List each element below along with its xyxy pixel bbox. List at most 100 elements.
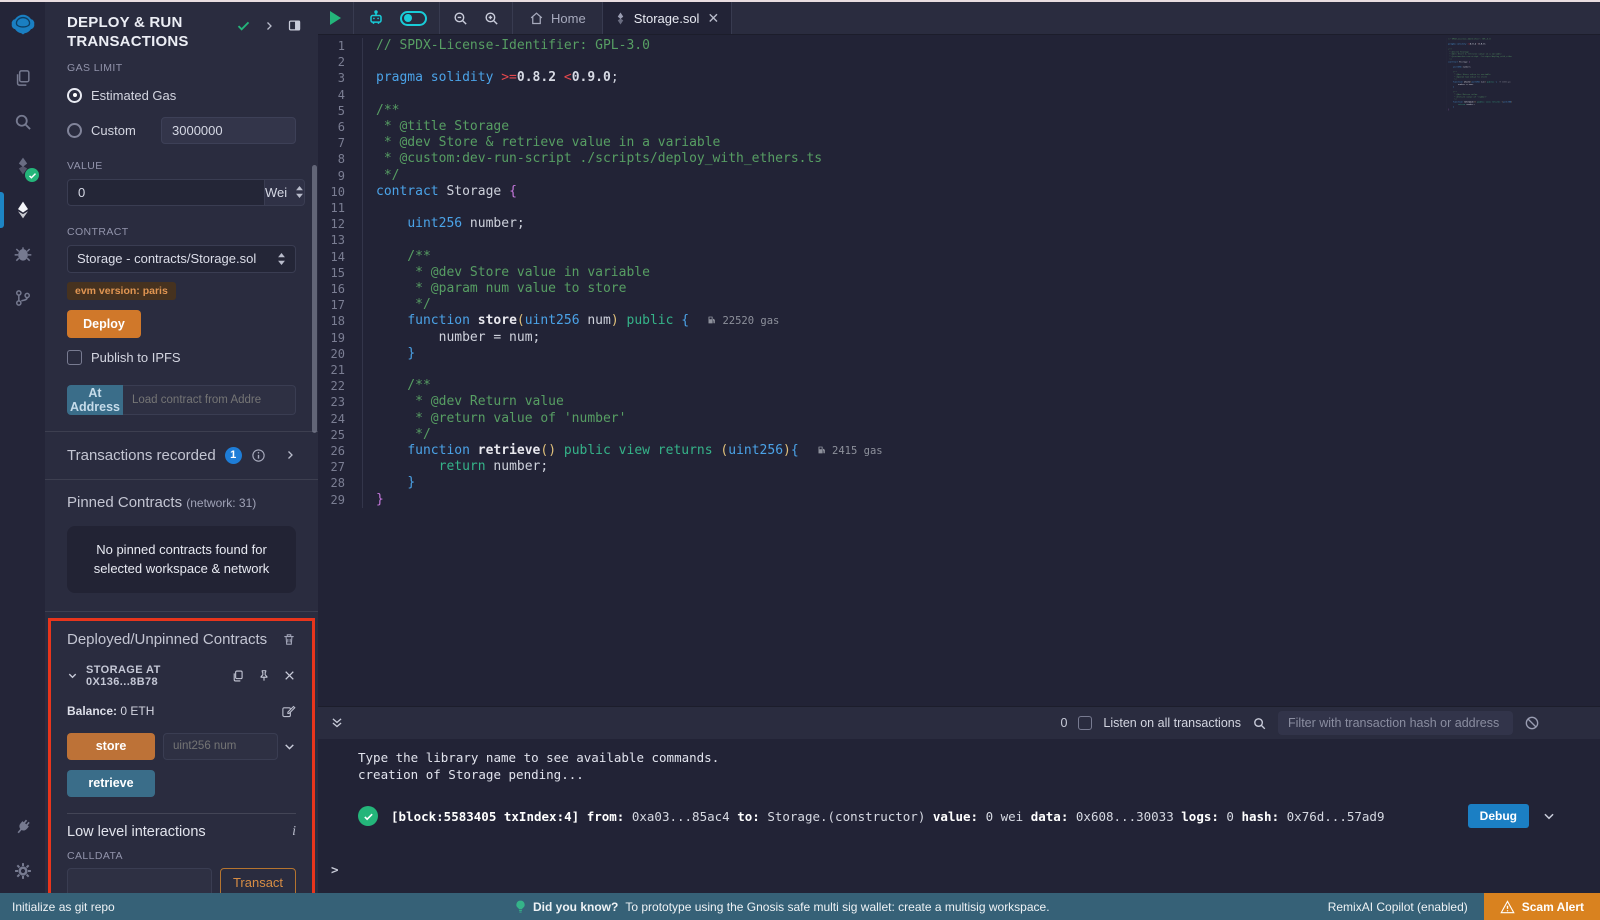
- status-bar: Initialize as git repo Did you know? To …: [0, 893, 1600, 920]
- code-line: 5/**: [318, 103, 1600, 119]
- line-number: 26: [318, 443, 362, 459]
- value-unit-select[interactable]: Wei: [265, 179, 305, 206]
- code-line: 13: [318, 232, 1600, 248]
- code-line: 4: [318, 87, 1600, 103]
- deploy-button[interactable]: Deploy: [67, 310, 141, 338]
- code-line: 2: [318, 54, 1600, 70]
- expand-terminal-icon[interactable]: [330, 716, 344, 730]
- value-unit: Wei: [265, 185, 287, 200]
- gas-estimate-annotation: 22520 gas: [707, 315, 779, 327]
- code-line: 12 uint256 number;: [318, 216, 1600, 232]
- code-line: 29}: [318, 492, 1600, 508]
- line-number: 8: [318, 151, 362, 167]
- contract-label: CONTRACT: [67, 226, 296, 238]
- at-address-button[interactable]: At Address: [67, 385, 123, 415]
- search-icon[interactable]: [0, 100, 45, 144]
- code-line: 6 * @title Storage: [318, 119, 1600, 135]
- deployed-contract-card: STORAGE AT 0X136...8B78 Balance: 0 ETH s…: [67, 664, 296, 894]
- remix-logo-icon[interactable]: [0, 2, 45, 50]
- terminal[interactable]: Type the library name to see available c…: [318, 739, 1600, 893]
- at-address-input[interactable]: [123, 385, 296, 415]
- gas-estimate-annotation: 2415 gas: [817, 445, 883, 457]
- panel-scrollbar[interactable]: [312, 165, 317, 433]
- transactions-count-badge: 1: [225, 447, 242, 464]
- expand-transactions-icon[interactable]: [284, 449, 296, 461]
- main-area: Home Storage.sol ✕ 1// SPDX-License-Iden…: [318, 2, 1600, 893]
- run-script-icon[interactable]: [330, 11, 341, 25]
- code-line: 25 */: [318, 427, 1600, 443]
- code-line: 19 number = num;: [318, 330, 1600, 346]
- transaction-log-row[interactable]: [block:5583405 txIndex:4] from: 0xa03...…: [358, 804, 1556, 828]
- calldata-input[interactable]: [67, 868, 212, 894]
- panel-title: DEPLOY & RUN TRANSACTIONS: [67, 14, 227, 52]
- zoom-in-icon[interactable]: [483, 10, 500, 27]
- info-icon[interactable]: i: [292, 824, 296, 840]
- ai-copilot-robot-icon[interactable]: [366, 8, 386, 28]
- tab-home[interactable]: Home: [513, 2, 602, 34]
- settings-gear-icon[interactable]: [0, 849, 45, 893]
- copy-address-icon[interactable]: [231, 669, 245, 683]
- plugin-manager-icon[interactable]: [0, 805, 45, 849]
- window-top-edge: [0, 0, 1600, 2]
- line-number: 22: [318, 378, 362, 394]
- code-line: }: [1446, 108, 1511, 111]
- clear-terminal-icon[interactable]: [1524, 715, 1540, 731]
- code-line: 26 function retrieve() public view retur…: [318, 443, 1600, 459]
- terminal-output: Type the library name to see available c…: [358, 749, 1600, 783]
- contract-select[interactable]: Storage - contracts/Storage.sol: [67, 245, 296, 273]
- remove-contract-icon[interactable]: [283, 669, 296, 682]
- edit-balance-icon[interactable]: [281, 704, 296, 719]
- deploy-run-panel: DEPLOY & RUN TRANSACTIONS GAS LIMIT Esti…: [45, 2, 318, 893]
- git-icon[interactable]: [0, 276, 45, 320]
- line-number: 23: [318, 394, 362, 410]
- pinned-empty-message: No pinned contracts found for selected w…: [67, 526, 296, 593]
- transactions-recorded-row[interactable]: Transactions recorded 1: [45, 432, 318, 479]
- store-arg-input[interactable]: [163, 733, 278, 760]
- search-transactions-icon[interactable]: [1252, 716, 1267, 731]
- debugger-icon[interactable]: [0, 232, 45, 276]
- pin-contract-icon[interactable]: [257, 669, 271, 683]
- listen-checkbox[interactable]: [1078, 716, 1092, 730]
- close-tab-icon[interactable]: ✕: [707, 10, 719, 27]
- line-number: 19: [318, 330, 362, 346]
- git-init-status[interactable]: Initialize as git repo: [0, 900, 115, 914]
- calldata-label: CALLDATA: [67, 850, 296, 862]
- trash-icon[interactable]: [282, 632, 296, 647]
- estimated-gas-radio[interactable]: [67, 88, 82, 103]
- info-icon[interactable]: [251, 448, 266, 463]
- copilot-toggle[interactable]: [400, 11, 427, 26]
- deployed-title: Deployed/Unpinned Contracts: [67, 631, 267, 648]
- transact-button[interactable]: Transact: [220, 868, 296, 894]
- line-number: 1: [318, 38, 362, 54]
- minimap[interactable]: // SPDX-License-Identifier: GPL-3.0 prag…: [1446, 38, 1512, 682]
- publish-ipfs-checkbox[interactable]: [67, 350, 82, 365]
- file-explorer-icon[interactable]: [0, 56, 45, 100]
- retrieve-function-button[interactable]: retrieve: [67, 770, 155, 797]
- chevron-right-icon[interactable]: [263, 20, 275, 32]
- did-you-know-tip: Did you know? To prototype using the Gno…: [515, 900, 1050, 914]
- pin-panel-icon[interactable]: [287, 18, 302, 33]
- terminal-prompt[interactable]: >: [331, 862, 339, 877]
- tab-storage-sol[interactable]: Storage.sol ✕: [602, 2, 733, 34]
- line-number: 17: [318, 297, 362, 313]
- copilot-status[interactable]: RemixAI Copilot (enabled): [1328, 900, 1468, 914]
- solidity-compiler-icon[interactable]: [0, 144, 45, 188]
- filter-transactions-input[interactable]: [1278, 711, 1513, 735]
- zoom-out-icon[interactable]: [452, 10, 469, 27]
- code-editor[interactable]: 1// SPDX-License-Identifier: GPL-3.02 3p…: [318, 35, 1600, 706]
- custom-gas-input[interactable]: [161, 117, 296, 144]
- scam-alert-button[interactable]: Scam Alert: [1484, 893, 1600, 920]
- store-function-button[interactable]: store: [67, 733, 155, 760]
- expand-tx-icon[interactable]: [1542, 809, 1556, 823]
- deploy-run-icon[interactable]: [0, 188, 45, 232]
- collapse-chevron-icon[interactable]: [67, 670, 78, 681]
- custom-gas-radio[interactable]: [67, 123, 82, 138]
- value-input[interactable]: [67, 179, 265, 206]
- stepper-icon: [295, 186, 304, 198]
- expand-args-icon[interactable]: [283, 740, 296, 753]
- warning-icon: [1500, 900, 1515, 914]
- line-number: 7: [318, 135, 362, 151]
- debug-button[interactable]: Debug: [1468, 804, 1529, 828]
- line-number: 29: [318, 492, 362, 508]
- line-number: 2: [318, 54, 362, 70]
